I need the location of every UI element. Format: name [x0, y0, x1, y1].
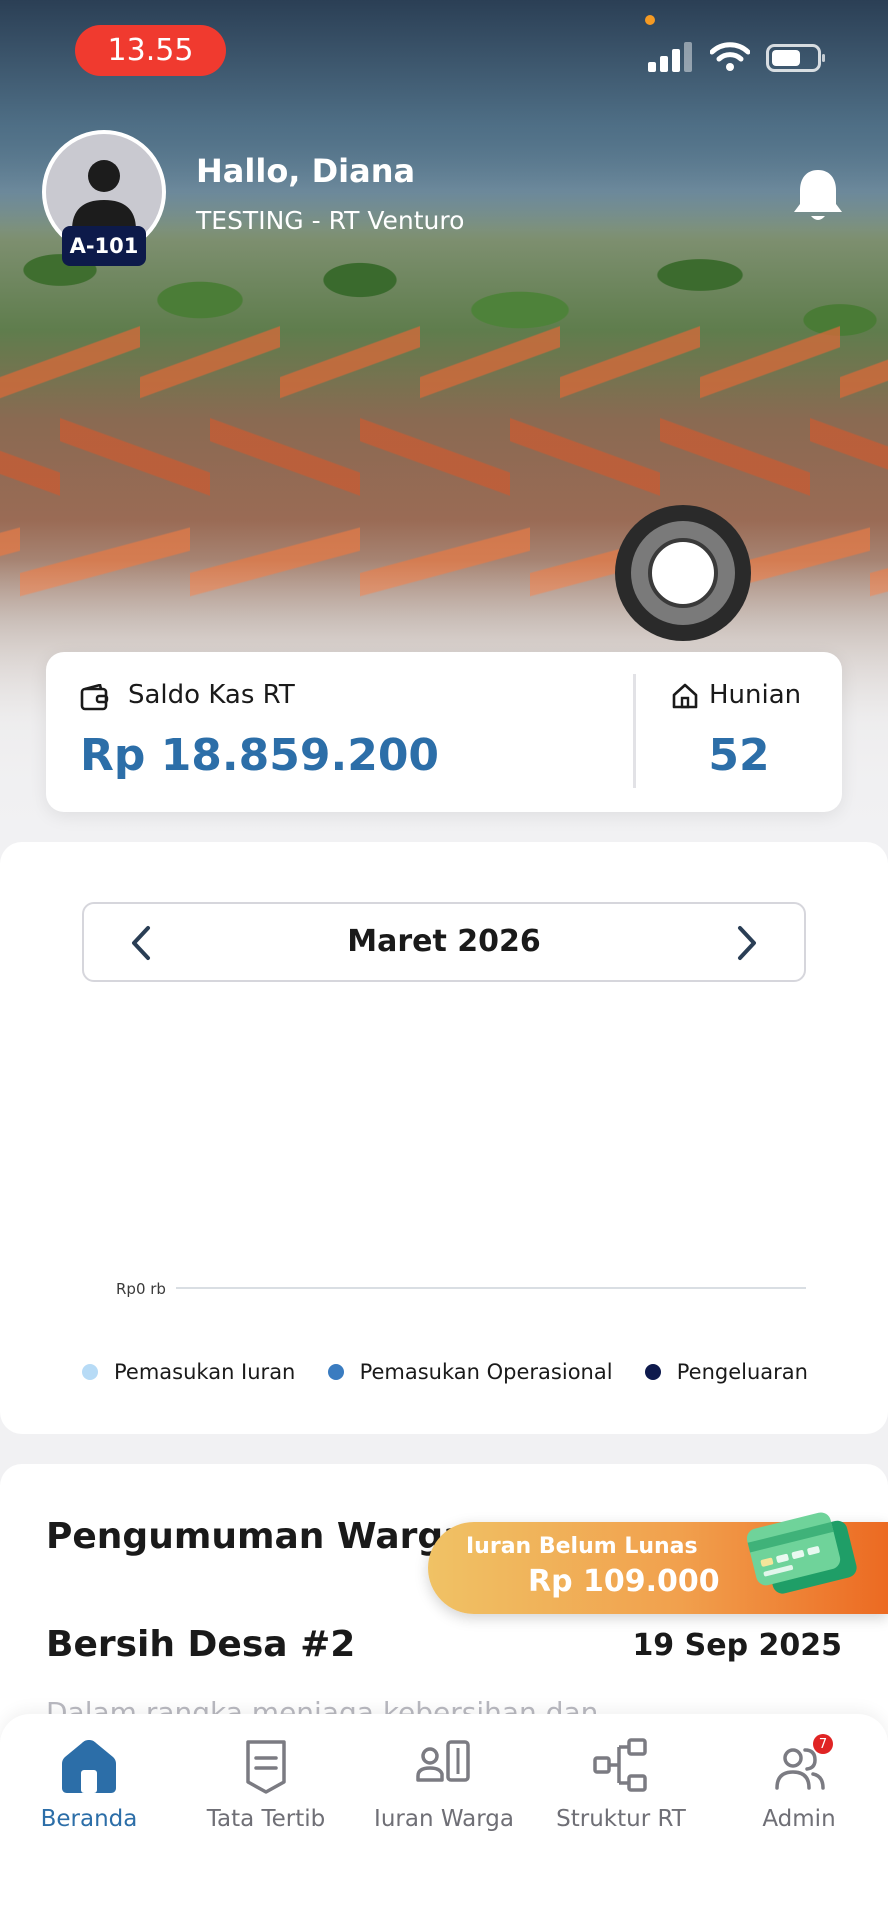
nav-label-admin: Admin: [762, 1806, 836, 1832]
unit-badge: A-101: [62, 226, 146, 266]
legend-swatch: [327, 1364, 344, 1380]
legend-item: Pemasukan Iuran: [82, 1360, 295, 1384]
nav-label-beranda: Beranda: [40, 1806, 138, 1832]
saldo-label: Saldo Kas RT: [128, 680, 295, 710]
payment-icon: [416, 1740, 470, 1782]
home-icon: [62, 1740, 116, 1793]
privacy-indicator-dot: [645, 15, 655, 25]
iuran-due-label: Iuran Belum Lunas: [466, 1534, 698, 1559]
document-icon: [246, 1740, 286, 1794]
nav-item-struktur-rt[interactable]: Struktur RT: [536, 1736, 706, 1856]
nav-item-beranda[interactable]: Beranda: [4, 1736, 174, 1856]
bottom-navigation: Beranda Tata Tertib Iuran Warga Struktur…: [0, 1714, 888, 1920]
credit-card-icon: [746, 1512, 857, 1594]
legend-label: Pemasukan Operasional: [359, 1360, 613, 1384]
wifi-icon: [710, 42, 750, 71]
hunian-value: 52: [708, 730, 770, 781]
y-tick-label: Rp0 rb: [116, 1280, 166, 1298]
announcement-item-date: 19 Sep 2025: [632, 1628, 842, 1663]
finance-chart: Rp0 rb: [116, 1280, 806, 1298]
chart-card: Maret 2026 Rp0 rb Pemasukan Iuran Pemasuk…: [0, 842, 888, 1434]
iuran-due-value: Rp 109.000: [528, 1564, 720, 1599]
nav-label-iuran-warga: Iuran Warga: [374, 1806, 514, 1832]
legend-item: Pemasukan Operasional: [327, 1360, 613, 1384]
hunian-label: Hunian: [709, 680, 802, 710]
nav-item-admin[interactable]: 7 Admin: [714, 1734, 884, 1856]
nav-label-tata-tertib: Tata Tertib: [206, 1806, 326, 1832]
greeting-text: Hallo, Diana: [196, 152, 416, 190]
notification-bell-icon[interactable]: [790, 166, 846, 226]
saldo-value: Rp 18.859.200: [80, 730, 440, 781]
legend-swatch: [82, 1364, 98, 1380]
legend-swatch: [644, 1364, 661, 1380]
chart-legend: Pemasukan Iuran Pemasukan Operasional Peng…: [82, 1360, 808, 1384]
admin-notification-badge: 7: [813, 1734, 833, 1754]
announcements-title: Pengumuman Warga: [46, 1516, 468, 1557]
announcement-item-title[interactable]: Bersih Desa #2: [46, 1624, 355, 1665]
nav-label-struktur-rt: Struktur RT: [556, 1806, 686, 1832]
battery-icon: [766, 44, 825, 72]
legend-item: Pengeluaran: [644, 1360, 808, 1384]
nav-item-iuran-warga[interactable]: Iuran Warga: [359, 1736, 529, 1856]
legend-label: Pemasukan Iuran: [114, 1360, 296, 1384]
status-time: 13.55: [75, 25, 226, 76]
wallet-icon: [80, 684, 109, 711]
organization-text: TESTING - RT Venturo: [196, 206, 465, 235]
legend-label: Pengeluaran: [676, 1360, 808, 1384]
org-structure-icon: [593, 1738, 647, 1792]
nav-item-tata-tertib[interactable]: Tata Tertib: [181, 1736, 351, 1856]
floating-assistive-button[interactable]: [615, 505, 751, 641]
cellular-signal-icon: [648, 42, 692, 72]
saldo-card: Saldo Kas RT Rp 18.859.200 Hunian 52: [46, 652, 842, 812]
house-icon: [672, 683, 698, 709]
